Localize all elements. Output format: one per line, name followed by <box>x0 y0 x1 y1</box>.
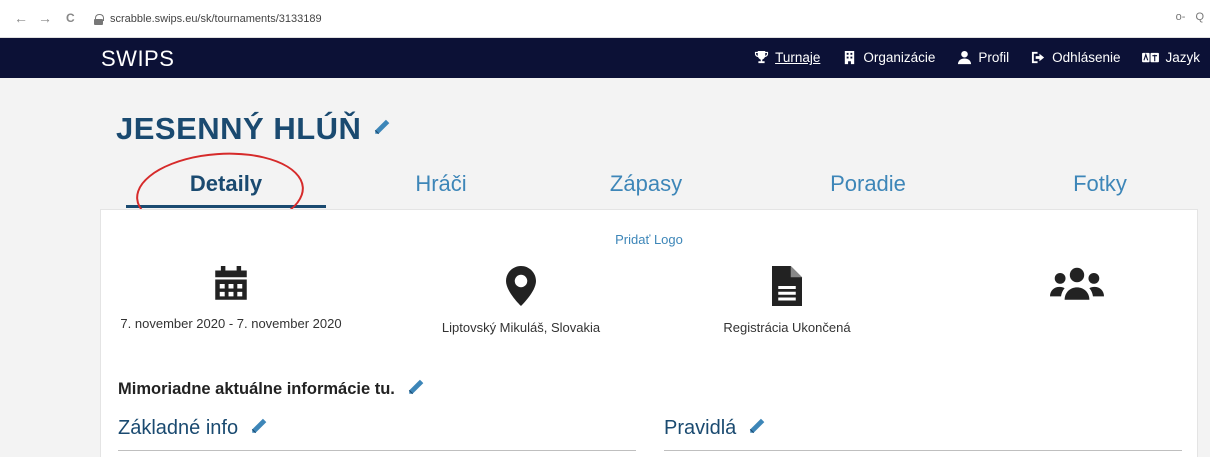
nav-label: Jazyk <box>1165 50 1200 65</box>
user-icon <box>958 50 972 65</box>
add-logo-link[interactable]: Pridať Logo <box>101 232 1197 247</box>
tab-players[interactable]: Hráči <box>346 166 536 208</box>
key-icon[interactable]: o- <box>1176 11 1186 23</box>
back-button[interactable]: ← <box>14 10 28 26</box>
edit-extra-info-button[interactable] <box>407 378 425 401</box>
info-participants <box>957 266 1197 302</box>
tab-standings[interactable]: Poradie <box>768 166 968 208</box>
section-divider-basic <box>118 450 636 451</box>
browser-toolbar: ← → C scrabble.swips.eu/sk/tournaments/3… <box>0 0 1210 38</box>
reload-button[interactable]: C <box>66 10 75 26</box>
info-registration: Registrácia Ukončená <box>667 266 907 337</box>
extra-info-row: Mimoriadne aktuálne informácie tu. <box>118 378 425 401</box>
page-content: JESENNÝ HLÚŇ Detaily Hráči Zápasy Poradi… <box>0 78 1210 457</box>
document-icon <box>772 266 802 306</box>
tab-matches[interactable]: Zápasy <box>546 166 746 208</box>
nav-item-profile[interactable]: Profil <box>957 50 1009 65</box>
pencil-icon <box>750 418 765 434</box>
page-title: JESENNÝ HLÚŇ <box>116 111 362 146</box>
tab-photos[interactable]: Fotky <box>1000 166 1200 208</box>
info-location: Liptovský Mikuláš, Slovakia <box>401 266 641 337</box>
date-text: 7. november 2020 - 7. november 2020 <box>120 316 342 331</box>
info-date: 7. november 2020 - 7. november 2020 <box>111 266 351 333</box>
registration-text: Registrácia Ukončená <box>723 320 851 335</box>
nav-label: Turnaje <box>775 50 821 65</box>
address-bar[interactable]: scrabble.swips.eu/sk/tournaments/3133189 <box>94 9 322 29</box>
nav-label: Organizácie <box>863 50 936 65</box>
logout-icon <box>1032 51 1045 64</box>
nav-item-tournaments[interactable]: Turnaje <box>754 50 820 65</box>
extra-info-text: Mimoriadne aktuálne informácie tu. <box>118 380 395 398</box>
nav-item-organizations[interactable]: Organizácie <box>842 50 935 65</box>
details-card: Pridať Logo 7. november 2020 - 7. novemb… <box>100 209 1198 457</box>
pencil-icon <box>251 418 267 434</box>
building-icon <box>845 50 855 65</box>
trophy-icon <box>755 50 769 64</box>
pencil-icon <box>408 379 424 395</box>
section-title-rules: Pravidlá <box>664 417 737 439</box>
section-divider-rules <box>664 450 1182 451</box>
brand-logo[interactable]: SWIPS <box>101 46 174 72</box>
nav-label: Profil <box>978 50 1010 65</box>
zoom-icon[interactable]: Q <box>1195 11 1204 23</box>
users-icon <box>1050 267 1104 300</box>
url-text: scrabble.swips.eu/sk/tournaments/3133189 <box>110 13 322 25</box>
calendar-icon <box>215 266 247 300</box>
edit-title-button[interactable] <box>373 118 391 141</box>
section-title-basic: Základné info <box>118 417 239 439</box>
nav-label: Odhlásenie <box>1052 50 1121 65</box>
section-basic-info: Základné info <box>118 417 268 440</box>
forward-button[interactable]: → <box>38 10 52 26</box>
lock-icon <box>94 13 104 25</box>
location-text: Liptovský Mikuláš, Slovakia <box>441 320 601 335</box>
map-marker-icon <box>506 266 536 306</box>
nav-item-logout[interactable]: Odhlásenie <box>1031 50 1120 65</box>
language-icon <box>1142 52 1160 63</box>
nav-item-language[interactable]: Jazyk <box>1142 50 1200 65</box>
title-row: JESENNÝ HLÚŇ <box>116 111 391 147</box>
app-navbar: SWIPS Turnaje Organizácie Profil Odhláse… <box>0 38 1210 78</box>
pencil-icon <box>375 119 390 134</box>
edit-basic-info-button[interactable] <box>250 417 268 440</box>
nav-menu: Turnaje Organizácie Profil Odhlásenie Ja… <box>754 50 1200 65</box>
browser-actions: o- Q <box>1176 11 1204 23</box>
section-rules: Pravidlá <box>664 417 766 440</box>
edit-rules-button[interactable] <box>748 417 766 440</box>
